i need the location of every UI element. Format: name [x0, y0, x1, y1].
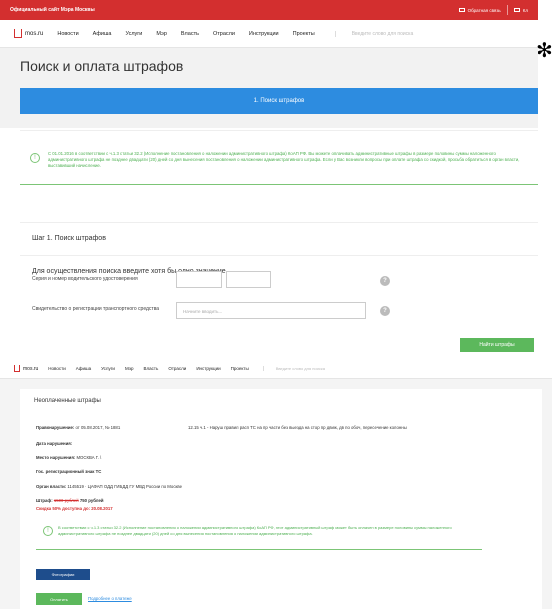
authority-value: 1145519 · ЦАФАП ОДД ГИБДД ГУ МВД России … [67, 484, 182, 489]
violation-row: Правонарушение: от 05.08.2017, № 1881 [36, 425, 120, 430]
date-label: Дата нарушения: [36, 441, 73, 446]
site-title[interactable]: Официальный сайт Мэра Москвы [10, 7, 95, 13]
nav-item-industries[interactable]: Отрасли [168, 366, 186, 371]
place-label: Место нарушения: [36, 455, 76, 460]
help-icon[interactable]: ? [380, 306, 390, 316]
mail-icon [458, 8, 465, 13]
chat-icon [513, 8, 520, 13]
registration-input[interactable]: Начните вводить... [176, 302, 366, 319]
violation-label: Правонарушение: [36, 425, 75, 430]
topbar-right: Обратная связь Кл [458, 5, 528, 15]
alert-text: В соответствии с ч.1.3 статьи 32.2 (Испо… [58, 525, 452, 536]
lang-label: Кл [522, 7, 528, 13]
nav-item-industries[interactable]: Отрасли [213, 31, 235, 37]
details-link[interactable]: Подробнее о платеже [88, 596, 132, 601]
discount-alert-results: ! В соответствии с ч.1.3 статьи 32.2 (Ис… [36, 522, 482, 550]
fine-label: Штраф: [36, 498, 53, 503]
search-input[interactable]: Введите слово для поиска [262, 366, 538, 371]
alert-text: С 01.01.2016 в соответствии с ч.1.3 стат… [48, 151, 520, 168]
nav-item-afisha[interactable]: Афиша [93, 31, 112, 37]
license-label: Серия и номер водительского удостоверени… [32, 276, 138, 282]
fine-row: Штраф: 1500 рублей 750 рублей [36, 498, 103, 503]
logo-icon [14, 365, 20, 372]
nav-item-mayor[interactable]: Мэр [156, 31, 167, 37]
divider [506, 5, 508, 15]
place-row: Место нарушения: МОСКВА Г. \ [36, 455, 101, 460]
license-series-input[interactable] [176, 271, 222, 288]
plate-row: Гос. регистрационный знак ТС [36, 469, 101, 474]
logo-icon [14, 29, 22, 38]
nav-item-projects[interactable]: Проекты [293, 31, 315, 37]
fine-new: 750 рублей [79, 498, 104, 503]
find-fines-button[interactable]: Найти штрафы [460, 338, 534, 352]
nav-item-services[interactable]: Услуги [101, 366, 115, 371]
authority-row: Орган власти: 1145519 · ЦАФАП ОДД ГИБДД … [36, 484, 182, 489]
logo-text: mos.ru [25, 30, 44, 37]
step-title: Шаг 1. Поиск штрафов [32, 235, 106, 242]
feedback-label: Обратная связь [467, 7, 501, 13]
registration-label: Свидетельство о регистрации транспортног… [32, 306, 160, 312]
logo[interactable]: mos.ru [14, 365, 38, 372]
logo-text: mos.ru [23, 365, 39, 372]
nav-item-government[interactable]: Власть [144, 366, 159, 371]
nav-item-mayor[interactable]: Мэр [125, 366, 134, 371]
step-banner: 1. Поиск штрафов [20, 88, 538, 114]
violation-ref: от 05.08.2017, № 1881 [75, 425, 121, 430]
logo[interactable]: mos.ru [14, 29, 43, 38]
info-icon: ! [43, 526, 53, 536]
top-bar: Официальный сайт Мэра Москвы Обратная св… [0, 0, 538, 20]
license-number-input[interactable] [226, 271, 271, 288]
lang-link[interactable]: Кл [513, 7, 528, 13]
authority-label: Орган власти: [36, 484, 67, 489]
nav-item-services[interactable]: Услуги [125, 31, 142, 37]
search-input[interactable]: Введите слово для поиска [334, 30, 524, 37]
photos-button[interactable]: Фотографии [36, 569, 90, 580]
nav-item-instructions[interactable]: Инструкции [196, 366, 220, 371]
feedback-link[interactable]: Обратная связь [458, 7, 501, 13]
date-row: Дата нарушения: [36, 441, 72, 446]
divider [20, 255, 538, 256]
place-value: МОСКВА Г. \ [76, 455, 102, 460]
nav-item-instructions[interactable]: Инструкции [249, 31, 279, 37]
divider [20, 222, 538, 223]
nav-item-projects[interactable]: Проекты [231, 366, 249, 371]
main-nav: mos.ru Новости Афиша Услуги Мэр Власть О… [0, 20, 538, 48]
discount-alert: ! С 01.01.2016 в соответствии с ч.1.3 ст… [20, 145, 538, 185]
pay-button[interactable]: Оплатить [36, 593, 82, 605]
asterisk-icon: ✻ [536, 40, 552, 62]
page-title: Поиск и оплата штрафов [20, 58, 184, 74]
info-icon: ! [30, 153, 40, 163]
nav-item-government[interactable]: Власть [181, 31, 199, 37]
plate-label: Гос. регистрационный знак ТС [36, 469, 102, 474]
nav-item-news[interactable]: Новости [57, 31, 78, 37]
main-nav-secondary: mos.ru Новости Афиша Услуги Мэр Власть О… [0, 359, 552, 379]
unpaid-title: Неоплаченные штрафы [34, 398, 101, 404]
nav-item-news[interactable]: Новости [48, 366, 65, 371]
discount-deadline: Скидка 50% доступна до: 20.08.2017 [36, 506, 113, 511]
help-icon[interactable]: ? [380, 276, 390, 286]
fine-old: 1500 рублей [53, 498, 79, 503]
violation-text: 12.15 ч.1 - Наруш правил расп ТС на пр ч… [188, 425, 407, 430]
nav-item-afisha[interactable]: Афиша [76, 366, 91, 371]
